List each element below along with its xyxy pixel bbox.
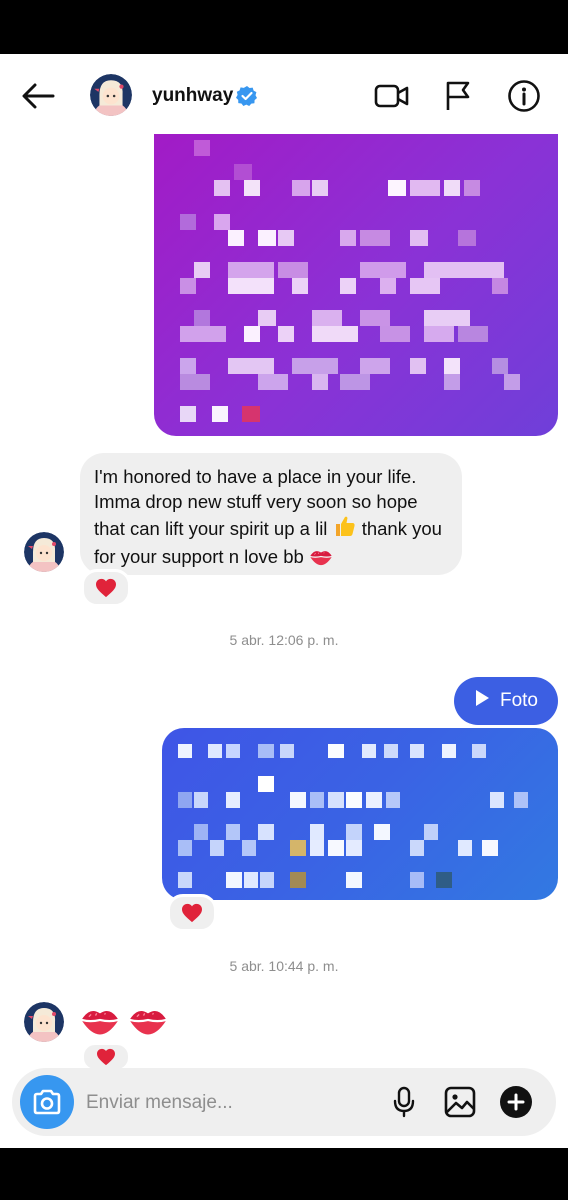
avatar[interactable] — [24, 1002, 64, 1042]
avatar[interactable] — [24, 532, 64, 572]
avatar[interactable] — [90, 74, 132, 116]
username[interactable]: yunhway — [152, 85, 233, 107]
outgoing-photo-label[interactable]: Foto — [454, 677, 558, 725]
camera-button[interactable] — [20, 1075, 74, 1129]
emoji-message[interactable] — [80, 1004, 168, 1041]
system-nav-bar — [0, 1148, 568, 1200]
verified-badge-icon — [236, 85, 258, 107]
back-arrow-icon[interactable] — [18, 76, 58, 116]
message-timestamp: 5 abr. 10:44 p. m. — [229, 958, 339, 974]
shared-media-pixelated[interactable] — [162, 728, 558, 900]
message-composer — [12, 1068, 556, 1136]
info-icon[interactable] — [506, 78, 542, 114]
incoming-message-bubble[interactable]: I'm honored to have a place in your life… — [80, 453, 462, 575]
kiss-mark-icon — [309, 547, 333, 572]
message-input[interactable] — [84, 1088, 378, 1118]
shared-media-pixelated[interactable] — [154, 134, 558, 436]
flag-icon[interactable] — [440, 78, 476, 114]
microphone-icon[interactable] — [386, 1084, 422, 1120]
message-text: I'm honored to have a place in your life… — [94, 464, 448, 572]
photo-label-text: Foto — [499, 690, 539, 711]
thumbs-up-icon — [333, 514, 357, 544]
gallery-icon[interactable] — [442, 1084, 478, 1120]
heart-reaction[interactable] — [167, 894, 217, 932]
message-timestamp: 5 abr. 12:06 p. m. — [229, 632, 339, 648]
kiss-mark-icon — [80, 1004, 120, 1041]
add-icon[interactable] — [498, 1084, 534, 1120]
video-call-icon[interactable] — [374, 78, 410, 114]
kiss-mark-icon — [128, 1004, 168, 1041]
status-bar — [0, 0, 568, 54]
play-icon — [474, 689, 490, 713]
heart-reaction[interactable] — [81, 569, 131, 607]
camera-icon — [33, 1089, 61, 1115]
chat-header: yunhway — [0, 54, 568, 134]
